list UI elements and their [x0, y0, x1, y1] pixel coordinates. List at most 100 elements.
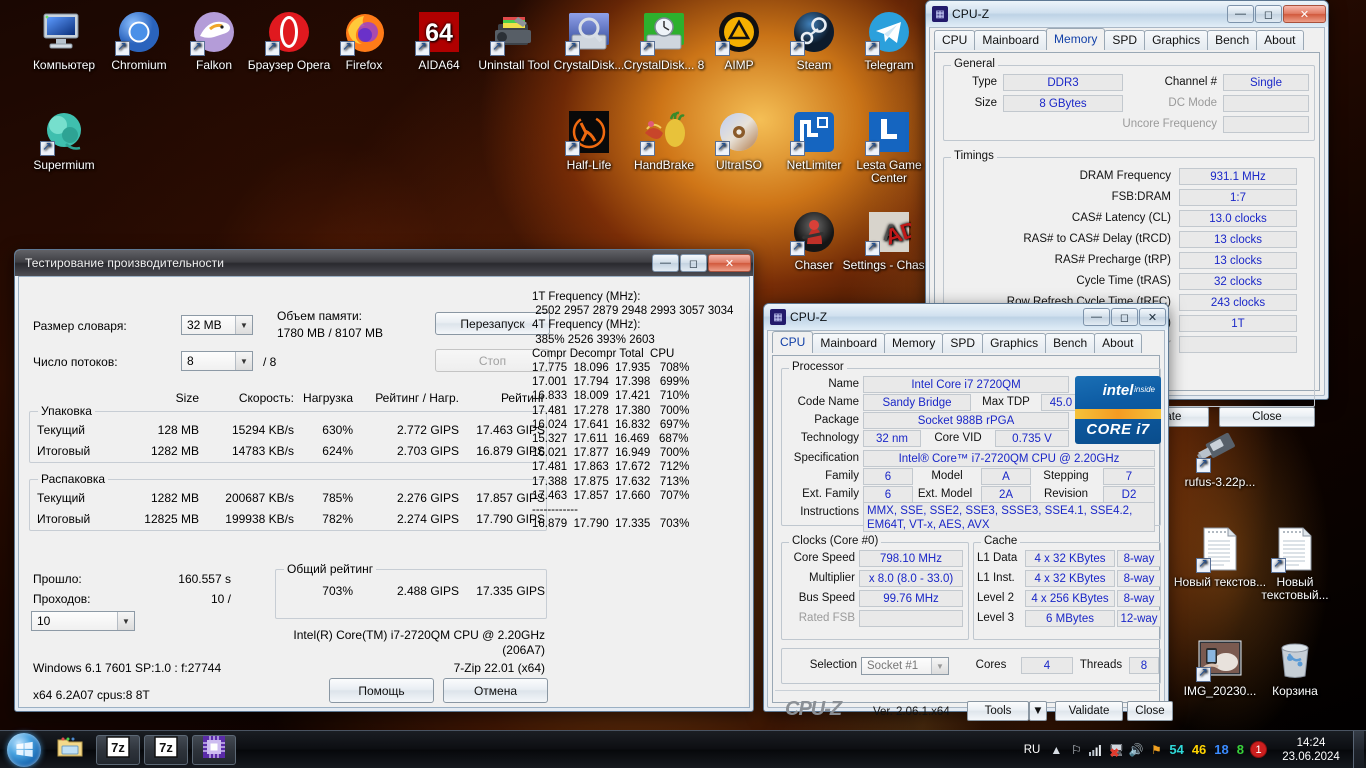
computer-icon	[40, 8, 88, 56]
shortcut-overlay-icon	[190, 39, 205, 56]
tab-cpu[interactable]: CPU	[772, 331, 814, 353]
chevron-down-icon[interactable]: ▼	[931, 658, 948, 674]
benchmark-log-output: 1T Frequency (MHz): 2502 2957 2879 2948 …	[532, 291, 734, 531]
timing-value: 1T	[1179, 315, 1297, 332]
benchmark-close-button[interactable]: ✕	[708, 254, 751, 272]
cpuz-cpu-minimize-button[interactable]: —	[1083, 308, 1110, 326]
tab-memory[interactable]: Memory	[884, 333, 944, 353]
volume-icon[interactable]: 🔊	[1126, 743, 1146, 757]
tools-dropdown-button[interactable]: ▼	[1029, 701, 1047, 721]
processor-package-value: Socket 988B rPGA	[863, 412, 1069, 429]
cache-size-value: 4 x 32 KBytes	[1025, 550, 1115, 567]
cancel-button[interactable]: Отмена	[443, 678, 548, 703]
chevron-down-icon[interactable]: ▼	[235, 316, 252, 334]
selection-socket-select[interactable]: Socket #1 ▼	[861, 657, 949, 675]
tab-memory[interactable]: Memory	[1046, 28, 1106, 50]
clock-date: 23.06.2024	[1282, 750, 1340, 763]
taskbar-explorer-quicklaunch[interactable]	[48, 735, 92, 765]
desktop-icon-rufus-usb[interactable]: rufus-3.22p...	[1172, 425, 1268, 489]
cpuz-memory-tabstrip[interactable]: CPU Mainboard Memory SPD Graphics Bench About	[930, 28, 1324, 50]
benchmark-maximize-button[interactable]: ◻	[680, 254, 707, 272]
row-speed: 199938 KB/s	[225, 512, 294, 526]
shortcut-overlay-icon	[1196, 665, 1211, 682]
cpuz-memory-close-button[interactable]: ✕	[1283, 5, 1326, 23]
action-center-warning-icon[interactable]: ⚑	[1146, 743, 1166, 757]
notification-badge[interactable]: 1	[1250, 741, 1267, 758]
tab-graphics[interactable]: Graphics	[982, 333, 1047, 353]
desktop-icon-settings-chaser[interactable]: AADV Settings - Chaser	[841, 208, 937, 272]
tab-spd[interactable]: SPD	[1104, 30, 1146, 50]
cpuz-cpu-window[interactable]: ▦ CPU-Z — ◻ ✕ CPU Mainboard Memory SPD Graph…	[763, 303, 1173, 721]
tools-button[interactable]: Tools	[967, 701, 1029, 721]
cache-associativity-value: 8-way	[1117, 590, 1161, 607]
system-tray[interactable]: RU ▲ ⚐ 🖥 ✖ 🔊 ⚑ 54 46 18 8 1 14:24 23.06.202…	[1018, 731, 1366, 768]
network-signal-icon[interactable]	[1086, 744, 1106, 756]
taskbar[interactable]: 7z 7z RU ▲ ⚐ 🖥 ✖ 🔊 ⚑ 54 46 18 8 1 14:24 23.0…	[0, 730, 1366, 768]
processor-tdp-label: Max TDP	[982, 396, 1030, 408]
taskbar-cpuz-window[interactable]	[192, 734, 236, 765]
cpuz-memory-maximize-button[interactable]: ◻	[1255, 5, 1282, 23]
cpuz-cpu-close-button[interactable]: ✕	[1139, 308, 1166, 326]
tab-cpu[interactable]: CPU	[934, 30, 976, 50]
network-disconnected-icon[interactable]: 🖥 ✖	[1106, 743, 1126, 760]
shortcut-overlay-icon	[640, 39, 655, 56]
memory-timings-group-title: Timings	[951, 150, 997, 162]
col-header-speed: Скорость:	[238, 391, 294, 405]
falkon-icon	[190, 8, 238, 56]
row-usage: 624%	[322, 444, 353, 458]
action-flag-icon[interactable]: ⚐	[1066, 743, 1086, 757]
start-button[interactable]	[2, 732, 46, 768]
cpu-chip-icon	[202, 735, 226, 764]
rated-fsb-value	[859, 610, 963, 627]
tab-mainboard[interactable]: Mainboard	[974, 30, 1048, 50]
cpuz-validate-button[interactable]: Validate	[1055, 701, 1123, 721]
processor-extfamily-label: Ext. Family	[802, 488, 859, 500]
cpuz-memory-close-button-bottom[interactable]: Close	[1219, 407, 1315, 427]
tab-bench[interactable]: Bench	[1045, 333, 1096, 353]
thread-count-select[interactable]: 8 ▼	[181, 351, 253, 371]
tab-about[interactable]: About	[1094, 333, 1142, 353]
desktop-icon-recycle-bin[interactable]: Корзина	[1247, 634, 1343, 698]
hardware-monitor-readouts[interactable]: 54 46 18 8	[1166, 742, 1247, 757]
chevron-down-icon[interactable]: ▼	[117, 612, 134, 630]
taskbar-sevenzip-window-1[interactable]: 7z	[96, 734, 140, 765]
processor-spec-value: Intel® Core™ i7-2720QM CPU @ 2.20GHz	[863, 450, 1155, 467]
clock[interactable]: 14:24 23.06.2024	[1272, 736, 1350, 764]
tab-graphics[interactable]: Graphics	[1144, 30, 1209, 50]
taskbar-buttons[interactable]: 7z 7z	[46, 734, 238, 765]
tab-spd[interactable]: SPD	[942, 333, 984, 353]
processor-corevid-label: Core VID	[934, 432, 982, 444]
benchmark-titlebar[interactable]: Тестирование производительности — ◻ ✕	[15, 250, 753, 276]
desktop-icon-supermium[interactable]: Supermium	[16, 108, 112, 172]
help-button[interactable]: Помощь	[329, 678, 434, 703]
chevron-down-icon[interactable]: ▼	[235, 352, 252, 370]
show-desktop-button[interactable]	[1353, 731, 1364, 768]
processor-family-value: 6	[863, 468, 913, 485]
passes-label: Проходов:	[33, 592, 91, 606]
benchmark-minimize-button[interactable]: —	[652, 254, 679, 272]
version-info: 7-Zip 22.01 (x64)	[453, 661, 545, 675]
desktop-icon-text-file[interactable]: Новый текстовый...	[1247, 525, 1343, 602]
cpuz-close-button-bottom[interactable]: Close	[1127, 701, 1173, 721]
tab-bench[interactable]: Bench	[1207, 30, 1258, 50]
taskbar-sevenzip-window-2[interactable]: 7z	[144, 734, 188, 765]
row-usage: 782%	[322, 512, 353, 526]
cpuz-cpu-tabstrip[interactable]: CPU Mainboard Memory SPD Graphics Bench About	[768, 331, 1164, 353]
cpuz-cpu-titlebar[interactable]: ▦ CPU-Z — ◻ ✕	[764, 304, 1168, 330]
dictionary-size-select[interactable]: 32 MB ▼	[181, 315, 253, 335]
total-rating-group-title: Общий рейтинг	[284, 562, 377, 576]
timing-value	[1179, 336, 1297, 353]
cpu-id-label: (206A7)	[502, 643, 545, 657]
language-indicator[interactable]: RU	[1018, 744, 1047, 756]
timing-label: CAS# Latency (CL)	[1071, 212, 1171, 224]
ultraiso-icon	[715, 108, 763, 156]
cpuz-memory-titlebar[interactable]: ▦ CPU-Z — ◻ ✕	[926, 1, 1328, 27]
cpuz-memory-title: CPU-Z	[952, 7, 990, 21]
tab-about[interactable]: About	[1256, 30, 1304, 50]
passes-select[interactable]: 10 ▼	[31, 611, 135, 631]
hardware-readout-value: 54	[1169, 742, 1184, 757]
tab-mainboard[interactable]: Mainboard	[812, 333, 886, 353]
cpuz-memory-minimize-button[interactable]: —	[1227, 5, 1254, 23]
show-hidden-icons-button[interactable]: ▲	[1046, 743, 1066, 757]
cpuz-cpu-maximize-button[interactable]: ◻	[1111, 308, 1138, 326]
